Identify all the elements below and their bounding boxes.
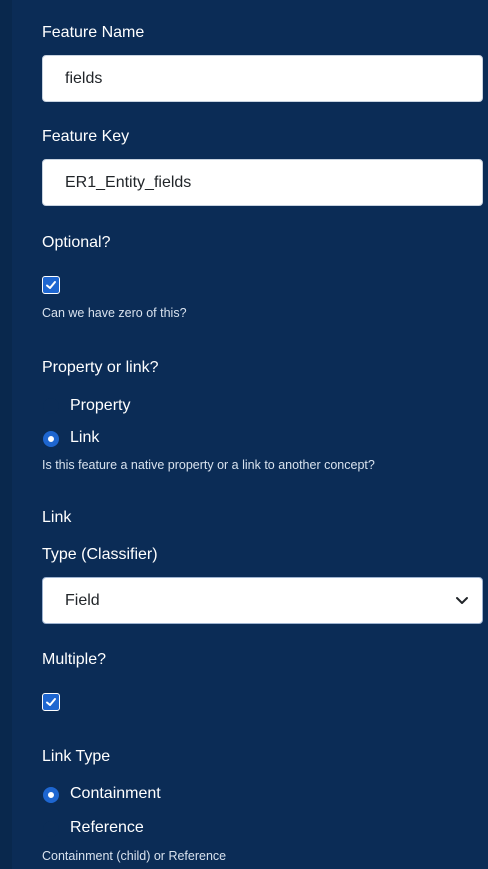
property-or-link-label: Property or link? — [42, 359, 159, 376]
link-section-title: Link — [42, 509, 72, 526]
type-classifier-select[interactable]: Field — [42, 577, 483, 624]
link-type-label: Link Type — [42, 748, 111, 765]
chevron-down-icon — [456, 597, 468, 604]
feature-name-label: Feature Name — [42, 24, 145, 41]
radio-reference-label[interactable]: Reference — [70, 819, 144, 837]
feature-name-input[interactable]: fields — [42, 55, 483, 102]
feature-key-label: Feature Key — [42, 128, 130, 145]
check-icon — [46, 281, 56, 289]
type-classifier-value: Field — [65, 592, 100, 609]
property-or-link-help: Is this feature a native property or a l… — [42, 458, 375, 472]
optional-help: Can we have zero of this? — [42, 306, 187, 320]
feature-key-input[interactable]: ER1_Entity_fields — [42, 159, 483, 206]
optional-checkbox[interactable] — [42, 276, 60, 294]
multiple-label: Multiple? — [42, 651, 107, 668]
radio-containment[interactable] — [43, 787, 59, 803]
radio-link[interactable] — [43, 431, 59, 447]
optional-label: Optional? — [42, 234, 111, 251]
multiple-checkbox[interactable] — [42, 693, 60, 711]
link-type-help: Containment (child) or Reference — [42, 849, 227, 863]
radio-property-label[interactable]: Property — [70, 397, 130, 415]
left-edge — [0, 0, 12, 869]
radio-link-label[interactable]: Link — [70, 429, 99, 447]
check-icon — [46, 698, 56, 706]
feature-form: Feature Name fields Feature Key ER1_Enti… — [12, 0, 488, 869]
radio-property[interactable] — [43, 398, 59, 414]
radio-containment-label[interactable]: Containment — [70, 785, 161, 803]
type-classifier-label: Type (Classifier) — [42, 546, 158, 563]
radio-reference[interactable] — [43, 821, 59, 837]
